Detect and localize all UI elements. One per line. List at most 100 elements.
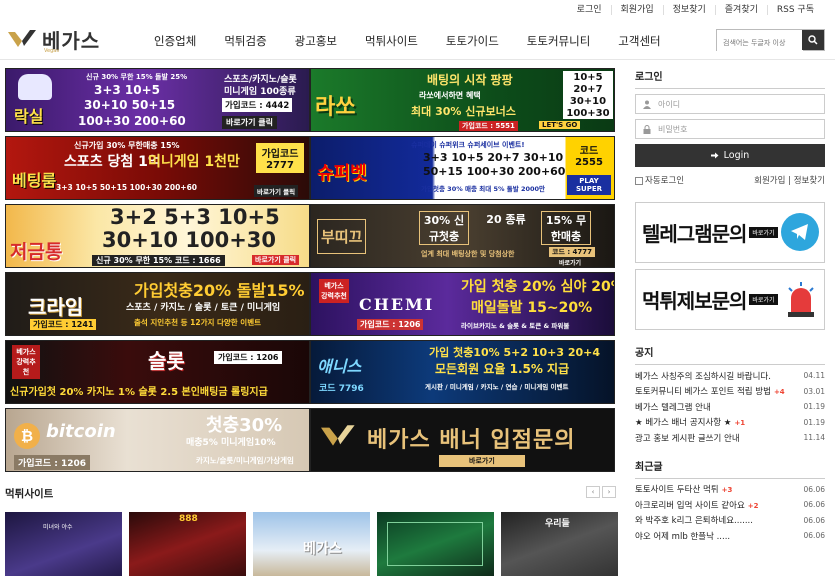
side-banner-text: 먹튀제보문의 [642, 289, 747, 313]
telegram-banner[interactable]: 텔레그램문의 바로가기 [635, 202, 825, 263]
nav-verified[interactable]: 인증업체 [140, 33, 210, 49]
notice-item[interactable]: 베가스 텔레그램 안내 01.19 [635, 399, 825, 415]
banner-code: 가입코드 : 5551 [459, 121, 518, 131]
banner-text: 모든회원 요율 1.5% 지급 [435, 362, 570, 376]
lock-icon [636, 120, 658, 138]
recent-item-title: 야오 어제 mlb 한플낙 ..... [635, 531, 731, 542]
nav-toto-community[interactable]: 토토커뮤니티 [513, 33, 604, 49]
recent-item-date: 06.06 [803, 500, 825, 510]
banner-text: 가입첫충20% 돌발15% [134, 281, 305, 300]
recent-item[interactable]: 토토사이트 두타산 먹튀 +3 06.06 [635, 482, 825, 498]
password-field[interactable]: 비밀번호 [635, 119, 825, 139]
notice-item[interactable]: ★ 베가스 배너 공지사항 ★ +1 01.19 [635, 415, 825, 431]
comment-count: +4 [773, 388, 785, 397]
thumb-label: 888 [179, 514, 198, 524]
scam-report-banner[interactable]: 먹튀제보문의 바로가기 [635, 269, 825, 330]
notice-item[interactable]: 토토커뮤니티 베가스 포인트 적립 방법 +4 03.01 [635, 384, 825, 400]
telegram-icon [781, 213, 819, 251]
banner-text: 라쏘에서하면 혜택 [419, 91, 481, 100]
recent-list: 토토사이트 두타산 먹튀 +3 06.06 아크로리버 입먹 사이트 같아요 +2 06.… [635, 482, 825, 544]
banner-text: 3+2 5+3 10+5 [110, 205, 280, 229]
notice-item-title: 광고 홍보 게시판 글쓰기 안내 [635, 433, 740, 444]
banner-title: 애니스 [317, 357, 362, 376]
banner-text: 30+10 50+15 [84, 98, 176, 112]
recent-item[interactable]: 아크로리버 입먹 사이트 같아요 +2 06.06 [635, 497, 825, 513]
recent-item[interactable]: 야오 어제 mlb 한플낙 ..... 06.06 [635, 528, 825, 544]
thumb-frame [387, 522, 483, 566]
banner-raksil[interactable]: 락실 신규 30% 무한 15% 돌발 25% 3+3 10+5 30+10 5… [5, 68, 310, 132]
notice-item[interactable]: 베가스 사칭주의 조심하시길 바랍니다. 04.11 [635, 368, 825, 384]
banner-text: 스포츠 당첨 1억 [64, 154, 161, 170]
thumb-card[interactable]: 888 [129, 512, 246, 576]
banner-text: 3+3 10+5 20+7 30+10 [423, 151, 564, 164]
banner-text: 게시판 / 미니게임 / 카지노 / 연습 / 미니게임 이벤트 [425, 383, 569, 391]
banner-bettingroom[interactable]: 베팅룸 신규가입 30% 무한매충 15% 스포츠 당첨 1억 미니게임 1천만… [5, 136, 310, 200]
top-link-find-info[interactable]: 정보찾기 [662, 5, 715, 15]
login-options: 자동로그인 회원가입 | 정보찾기 [635, 174, 825, 186]
banner-text: 신규 30% 무한 15% 돌발 25% [86, 73, 188, 81]
banner-title: 저금통 [10, 241, 63, 263]
recent-item-date: 06.06 [803, 515, 825, 525]
thumb-card[interactable]: 미녀와 야수 [5, 512, 122, 576]
auto-login-checkbox[interactable] [635, 176, 643, 185]
top-link-register[interactable]: 회원가입 [610, 5, 663, 15]
nav-customer-center[interactable]: 고객센터 [604, 33, 674, 49]
notice-heading: 공지 [635, 344, 825, 365]
nav-scam-sites[interactable]: 먹튀사이트 [351, 33, 432, 49]
recent-item-title: 와 박주호 k리그 은퇴하네요....... [635, 516, 753, 527]
thumb-card[interactable]: 우리들 [501, 512, 618, 576]
join-link[interactable]: 회원가입 [754, 176, 785, 186]
auto-login[interactable]: 자동로그인 [635, 174, 684, 186]
banner-text: 카지노/슬롯/미니게임/가상게임 [196, 456, 294, 465]
banner-piggybank[interactable]: 저금통 3+2 5+3 10+5 30+10 100+30 신규 30% 무한 … [5, 204, 310, 268]
banner-text: 100+30 200+60 [78, 114, 186, 128]
notice-item-date: 01.19 [803, 417, 825, 427]
banner-bitcoin[interactable]: ₿ bitcoin 가입코드 : 1206 첫충30% 매충5% 미니게임10%… [5, 408, 310, 472]
notice-item[interactable]: 광고 홍보 게시판 글쓰기 안내 11.14 [635, 430, 825, 446]
thumb-label: 우리들 [545, 519, 570, 529]
site-logo[interactable]: 베가스 Vegas [8, 24, 118, 54]
banner-code: 가입코드 : 1206 [14, 455, 91, 470]
banner-boutique[interactable]: 부띠끄 30% 신규첫충 20 종류 15% 무한매충 업계 최대 배팅상한 및… [310, 204, 615, 268]
prev-button[interactable]: ‹ [586, 486, 600, 498]
top-link-rss[interactable]: RSS 구독 [766, 5, 823, 15]
recent-item-title: 토토사이트 두타산 먹튀 +3 [635, 485, 733, 496]
search-input[interactable] [717, 33, 803, 53]
banner-title: 락실 [14, 107, 44, 126]
banner-text: 30% 신규첫충 [419, 211, 469, 245]
banner-vegas-inquiry[interactable]: 베가스 배너 입점문의 바로가기 [310, 408, 615, 472]
find-link[interactable]: 정보찾기 [794, 176, 825, 186]
banner-lasso[interactable]: 라쏘 배팅의 시작 팡팡 라쏘에서하면 혜택 최대 30% 신규보너스 가입코드… [310, 68, 615, 132]
banner-text: 가입 첫충 20% 심야 20% [461, 279, 615, 295]
banner-text: 20 종류 [486, 213, 526, 226]
banner-title: 베팅룸 [12, 171, 57, 190]
nav-toto-guide[interactable]: 토토가이드 [432, 33, 513, 49]
user-icon [636, 95, 658, 113]
top-links: 로그인 회원가입 정보찾기 즐겨찾기 RSS 구독 [568, 5, 823, 15]
thumb-card[interactable]: 베가스 [253, 512, 370, 576]
login-button-label: Login [723, 150, 750, 161]
banner-text: 매충5% 미니게임10% [186, 438, 276, 448]
login-icon [710, 152, 719, 159]
banner-go: PLAY SUPER [567, 175, 611, 195]
banner-text: 매일돌발 15~20% [471, 300, 593, 316]
login-button[interactable]: Login [635, 144, 825, 167]
banner-text: 가입 첫충10% 5+2 10+3 20+4 [429, 346, 601, 359]
banner-chemi[interactable]: 베가스 강력추천 CHEMI 가입코드 : 1206 가입 첫충 20% 심야 … [310, 272, 615, 336]
banner-go: 바로가기 클릭 [252, 255, 300, 265]
banner-crime[interactable]: 크라임 가입코드 : 1241 가입첫충20% 돌발15% 스포츠 / 카지노 … [5, 272, 310, 336]
id-field[interactable]: 아이디 [635, 94, 825, 114]
top-link-bookmark[interactable]: 즐겨찾기 [714, 5, 767, 15]
banner-code: 가입코드 : 1206 [357, 319, 424, 330]
next-button[interactable]: › [602, 486, 616, 498]
nav-ads[interactable]: 광고홍보 [281, 33, 351, 49]
banner-superbet[interactable]: 슈퍼벳 슈퍼데이 슈퍼위크 슈퍼세이브 이벤트! 3+3 10+5 20+7 3… [310, 136, 615, 200]
top-link-login[interactable]: 로그인 [568, 5, 611, 15]
nav-scam-check[interactable]: 먹튀검증 [210, 33, 280, 49]
logo-subtext: Vegas [44, 48, 59, 54]
banner-slot[interactable]: 베가스 강력추천 슬롯 가입코드 : 1206 신규가입첫 20% 카지노 1%… [5, 340, 310, 404]
thumb-card[interactable] [377, 512, 494, 576]
banner-anys[interactable]: 애니스 코드 7796 가입 첫충10% 5+2 10+3 20+4 모든회원 … [310, 340, 615, 404]
recent-item[interactable]: 와 박주호 k리그 은퇴하네요....... 06.06 [635, 513, 825, 529]
search-button[interactable] [802, 30, 824, 50]
